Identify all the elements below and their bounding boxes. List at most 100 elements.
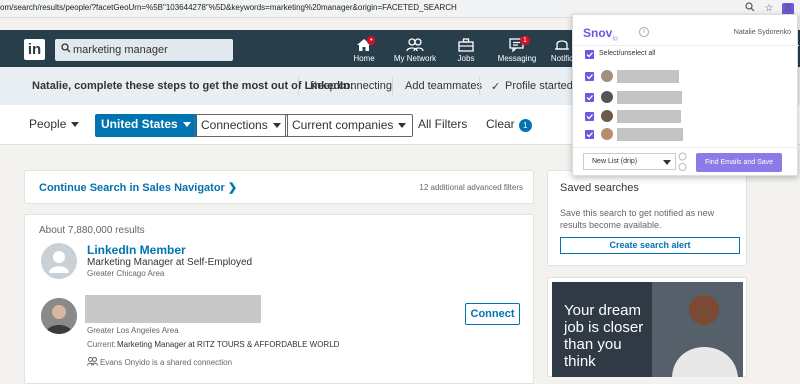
nav-notifications-label: Notific	[550, 54, 574, 63]
list-select-value: New List (drip)	[592, 158, 638, 165]
nav-messaging-label: Messaging	[497, 54, 537, 63]
bell-icon	[555, 40, 569, 50]
snovio-brand: Snov	[583, 26, 613, 40]
snovio-brand-sub: io	[612, 35, 618, 43]
network-icon	[406, 38, 424, 52]
select-all-label: Select/unselect all	[599, 50, 656, 57]
checkmark-icon	[586, 52, 593, 58]
contact-avatar	[601, 110, 613, 122]
redacted-contact-name	[617, 110, 681, 123]
star-icon[interactable]: ☆	[763, 3, 775, 14]
snovio-user-name: Natalie Sydorenko	[733, 29, 791, 36]
united-states-filter[interactable]: United States	[95, 114, 197, 137]
keep-connecting-link[interactable]: Keep connecting	[310, 80, 392, 92]
steps-divider	[392, 77, 393, 95]
checkmark-icon	[586, 114, 593, 120]
add-teammates-link[interactable]: Add teammates	[405, 80, 482, 92]
saved-searches-text: Save this search to get notified as new …	[560, 208, 715, 230]
connect-button[interactable]: Connect	[465, 303, 520, 325]
check-icon: ✓	[491, 81, 501, 93]
profile-started-link[interactable]: Profile started	[505, 80, 573, 92]
current-companies-filter[interactable]: Current companies	[285, 114, 414, 137]
ad-image: Your dream job is closer than you think	[552, 282, 743, 377]
home-badge: •	[367, 36, 376, 45]
search-icon	[61, 43, 71, 53]
checkmark-icon	[586, 132, 593, 138]
search-results-card: About 7,880,000 results LinkedIn Member …	[24, 214, 534, 384]
search-box[interactable]	[55, 39, 233, 61]
profile-photo	[41, 298, 77, 334]
contact-avatar	[601, 70, 613, 82]
people-filter-label: People	[29, 117, 67, 131]
ad-line: job is closer	[564, 319, 644, 336]
info-icon[interactable]: i	[639, 27, 649, 37]
sales-navigator-link[interactable]: Continue Search in Sales Navigator ❯	[39, 181, 237, 194]
connections-label: Connections	[201, 118, 268, 132]
nav-home-label: Home	[353, 54, 375, 63]
shared-connection-text[interactable]: Evans Onyido is a shared connection	[100, 358, 232, 367]
result-current: Marketing Manager at RITZ TOURS & AFFORD…	[117, 340, 340, 349]
popup-divider	[573, 147, 799, 148]
contact-checkbox[interactable]	[585, 130, 594, 139]
contact-avatar	[601, 91, 613, 103]
sales-navigator-card: Continue Search in Sales Navigator ❯ 12 …	[24, 170, 534, 204]
ad-line: than you	[564, 336, 622, 353]
result-name[interactable]: LinkedIn Member	[87, 243, 186, 257]
create-search-alert-button[interactable]: Create search alert	[560, 237, 740, 254]
result-current-prefix: Current:	[87, 340, 116, 349]
redacted-contact-name	[617, 128, 683, 141]
checkmark-icon	[586, 95, 593, 101]
caret-down-icon	[182, 122, 191, 128]
caret-down-icon	[398, 123, 407, 129]
redacted-name	[85, 295, 261, 323]
ad-line: Your dream	[564, 302, 641, 319]
caret-down-icon	[71, 122, 80, 128]
avatar[interactable]	[41, 298, 77, 334]
contact-checkbox[interactable]	[585, 93, 594, 102]
united-states-label: United States	[101, 117, 178, 131]
contact-avatar	[601, 128, 613, 140]
results-count: About 7,880,000 results	[39, 225, 145, 236]
clear-count-badge: 1	[518, 119, 532, 132]
nav-my-network-label: My Network	[393, 54, 437, 63]
list-select-dropdown[interactable]: New List (drip)	[583, 153, 676, 170]
advanced-filters-note: 12 additional advanced filters	[419, 183, 523, 192]
checkmark-icon	[586, 74, 593, 80]
result-location: Greater Chicago Area	[87, 269, 165, 278]
contact-checkbox[interactable]	[585, 112, 594, 121]
current-companies-label: Current companies	[292, 118, 394, 132]
search-input[interactable]	[73, 41, 223, 59]
ad-person-photo	[652, 282, 743, 377]
ad-headline: Your dream job is closer than you think	[564, 302, 643, 370]
result-location: Greater Los Angeles Area	[87, 326, 179, 335]
all-filters-button[interactable]: All Filters	[412, 114, 473, 137]
steps-message: Natalie, complete these steps to get the…	[32, 80, 354, 92]
avatar[interactable]	[41, 243, 77, 279]
snovio-extension-icon[interactable]: S	[782, 2, 794, 15]
connections-filter[interactable]: Connections	[194, 114, 288, 137]
result-headline: Marketing Manager at Self-Employed	[87, 257, 253, 268]
steps-divider	[298, 77, 299, 95]
briefcase-icon	[458, 38, 474, 52]
caret-down-icon	[272, 123, 281, 129]
snovio-logo: Snovio	[583, 26, 618, 42]
address-url[interactable]: om/search/results/people/?facetGeoUrn=%5…	[0, 3, 457, 12]
redacted-contact-name	[617, 70, 679, 83]
saved-searches-card: Saved searches Save this search to get n…	[547, 170, 747, 266]
redacted-contact-name	[617, 91, 682, 104]
clear-filters-button[interactable]: Clear 1	[480, 114, 538, 137]
saved-searches-title: Saved searches	[560, 182, 639, 194]
list-spinner-icon[interactable]	[678, 152, 687, 172]
linkedin-logo[interactable]: in	[24, 39, 45, 60]
steps-divider	[479, 77, 480, 95]
contact-checkbox[interactable]	[585, 72, 594, 81]
popup-divider	[573, 45, 799, 46]
snovio-popup: Snovio i Natalie Sydorenko Select/unsele…	[572, 14, 799, 176]
person-silhouette-icon	[49, 251, 69, 273]
job-ad-card[interactable]: Your dream job is closer than you think	[547, 277, 747, 377]
select-all-checkbox[interactable]	[585, 50, 594, 59]
find-emails-and-save-button[interactable]: Find Emails and Save	[696, 153, 782, 172]
nav-jobs-label: Jobs	[457, 54, 475, 63]
people-filter-dropdown[interactable]: People	[23, 114, 85, 137]
ad-line: think	[564, 353, 596, 370]
